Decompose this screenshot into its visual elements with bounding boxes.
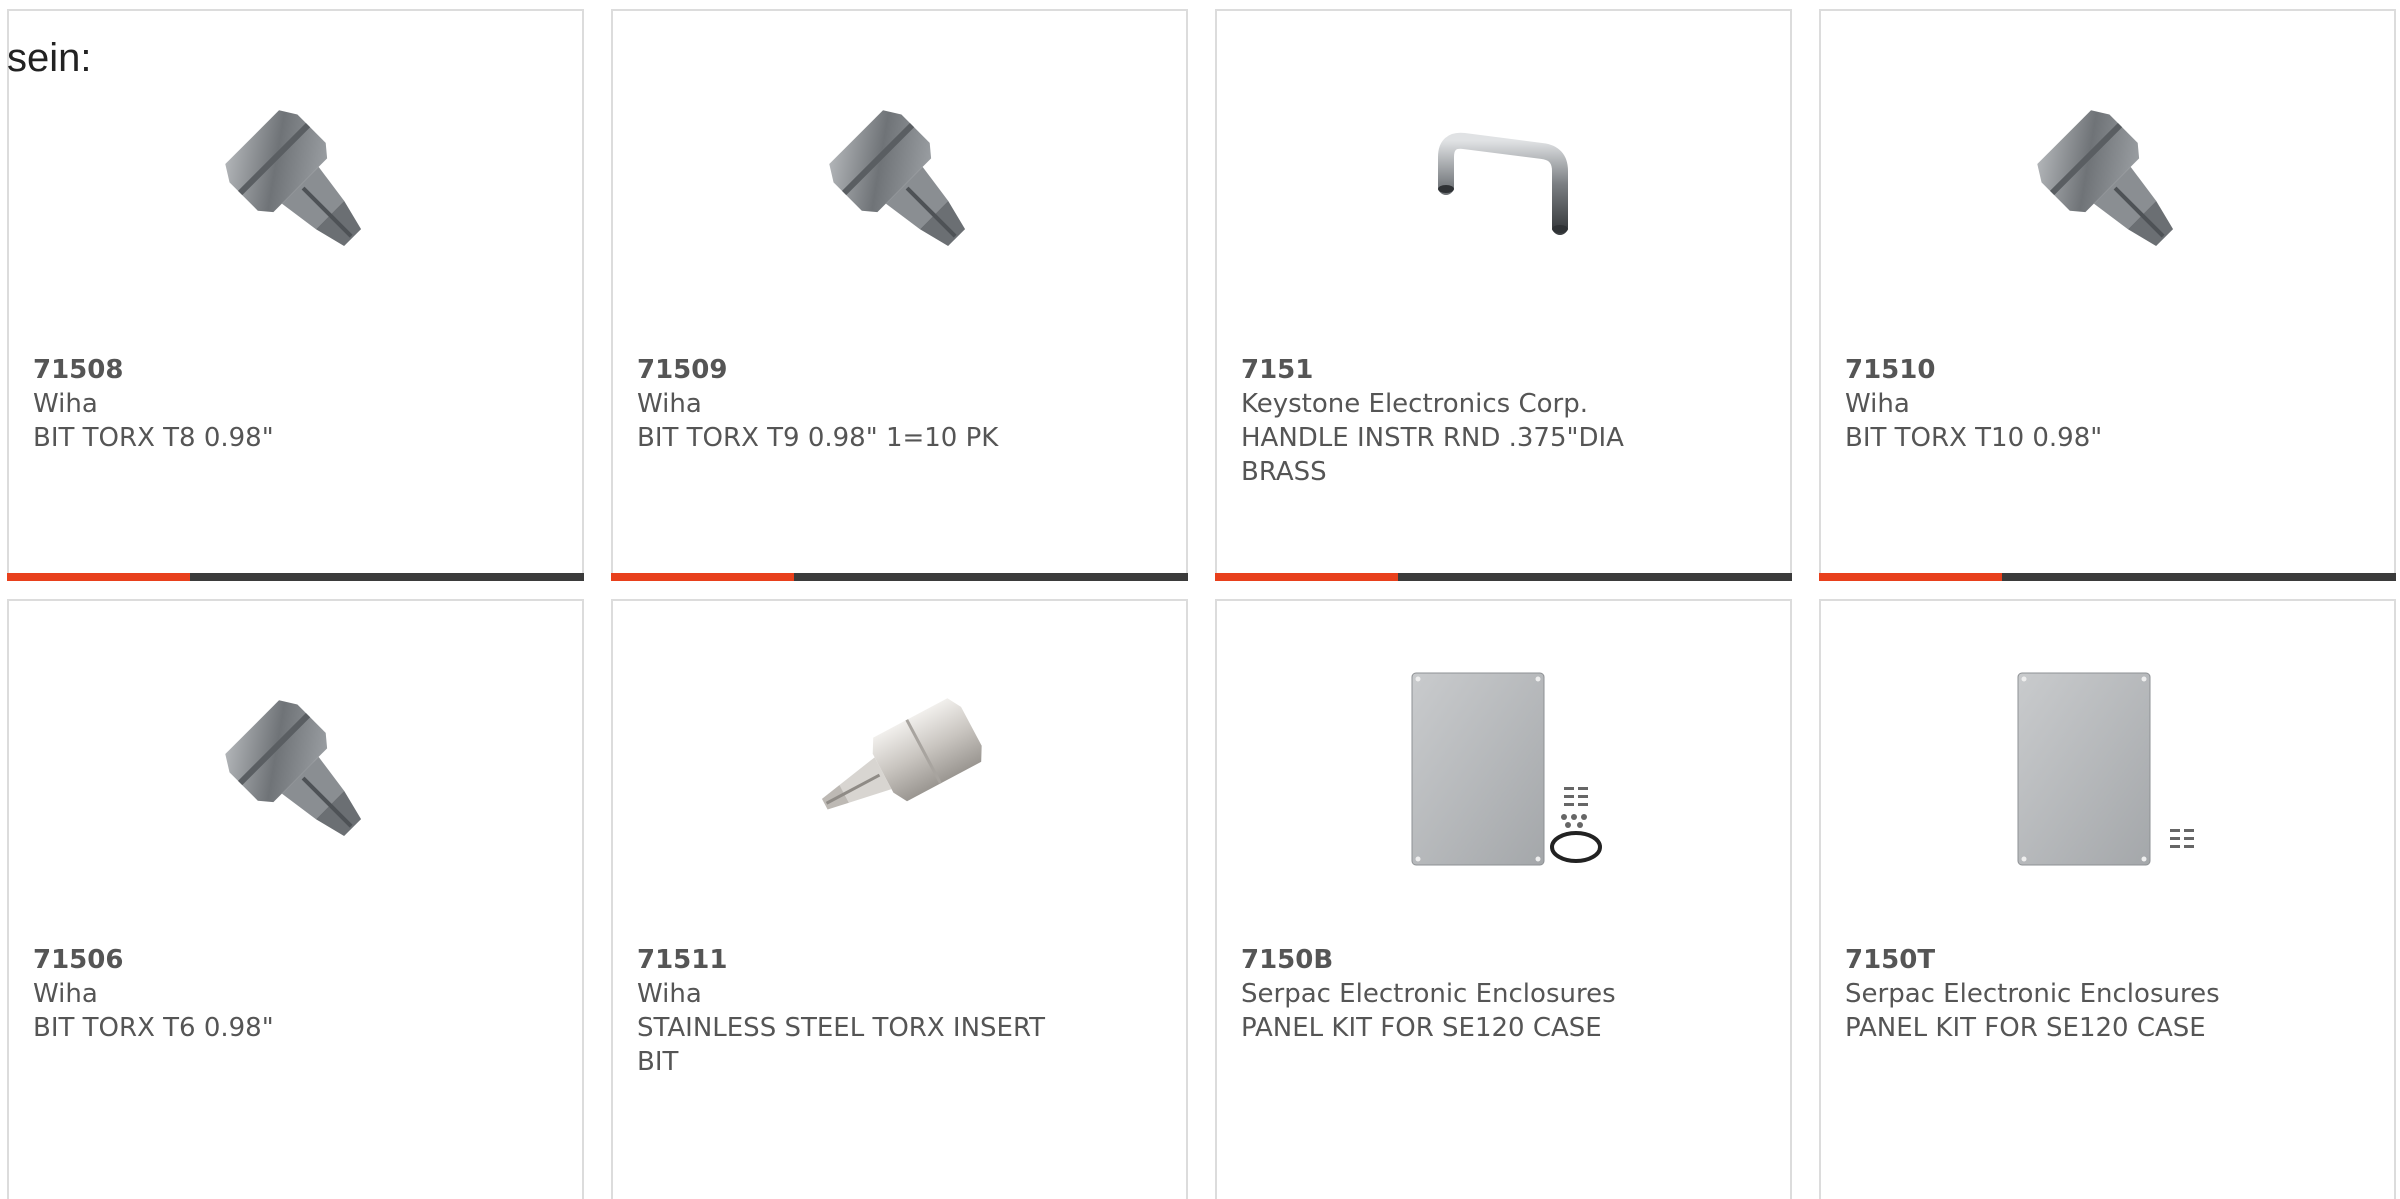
product-info: 71509 Wiha BIT TORX T9 0.98" 1=10 PK — [637, 353, 1057, 455]
part-number[interactable]: 7150B — [1241, 943, 1661, 977]
part-number[interactable]: 71509 — [637, 353, 1057, 387]
product-info: 7151 Keystone Electronics Corp. HANDLE I… — [1241, 353, 1661, 489]
product-description: HANDLE INSTR RND .375"DIA BRASS — [1241, 423, 1624, 487]
manufacturer: Wiha — [1845, 389, 1910, 419]
product-card[interactable]: 7151 Keystone Electronics Corp. HANDLE I… — [1215, 9, 1792, 581]
card-bottom-bar — [611, 573, 1188, 581]
part-number[interactable]: 71511 — [637, 943, 1057, 977]
part-number[interactable]: 71506 — [33, 943, 453, 977]
card-accent — [611, 573, 794, 581]
product-card[interactable]: 71509 Wiha BIT TORX T9 0.98" 1=10 PK — [611, 9, 1188, 581]
torx-bit-icon — [2008, 79, 2208, 284]
card-accent — [1819, 573, 2002, 581]
product-card[interactable]: 7150B Serpac Electronic Enclosures PANEL… — [1215, 599, 1792, 1199]
product-card[interactable]: 71506 Wiha BIT TORX T6 0.98" — [7, 599, 584, 1199]
product-info: 71511 Wiha STAINLESS STEEL TORX INSERT B… — [637, 943, 1057, 1079]
torx-bit-icon — [196, 669, 396, 874]
product-grid: 71508 Wiha BIT TORX T8 0.98" 71509 Wiha … — [0, 0, 2400, 1199]
product-description: PANEL KIT FOR SE120 CASE — [1845, 1013, 2206, 1043]
handle-icon — [1404, 79, 1604, 284]
part-number[interactable]: 7150T — [1845, 943, 2265, 977]
intro-text: sein: — [7, 36, 92, 80]
manufacturer: Serpac Electronic Enclosures — [1241, 979, 1616, 1009]
card-accent — [1215, 573, 1398, 581]
part-number[interactable]: 71510 — [1845, 353, 2265, 387]
product-info: 7150T Serpac Electronic Enclosures PANEL… — [1845, 943, 2265, 1045]
card-accent — [7, 573, 190, 581]
product-description: STAINLESS STEEL TORX INSERT BIT — [637, 1013, 1046, 1077]
card-bottom-bar — [1819, 573, 2396, 581]
torx-bit-icon — [800, 79, 1000, 284]
part-number[interactable]: 71508 — [33, 353, 453, 387]
stainless-torx-bit-icon — [800, 669, 1000, 874]
product-description: PANEL KIT FOR SE120 CASE — [1241, 1013, 1602, 1043]
product-info: 7150B Serpac Electronic Enclosures PANEL… — [1241, 943, 1661, 1045]
manufacturer: Serpac Electronic Enclosures — [1845, 979, 2220, 1009]
product-card[interactable]: 7150T Serpac Electronic Enclosures PANEL… — [1819, 599, 2396, 1199]
product-info: 71506 Wiha BIT TORX T6 0.98" — [33, 943, 453, 1045]
manufacturer: Wiha — [33, 979, 98, 1009]
panel-kit-icon — [1404, 669, 1604, 874]
product-info: 71508 Wiha BIT TORX T8 0.98" — [33, 353, 453, 455]
manufacturer: Wiha — [637, 979, 702, 1009]
panel-kit-icon — [2008, 669, 2208, 874]
product-card[interactable]: 71508 Wiha BIT TORX T8 0.98" — [7, 9, 584, 581]
torx-bit-icon — [196, 79, 396, 284]
product-card[interactable]: 71511 Wiha STAINLESS STEEL TORX INSERT B… — [611, 599, 1188, 1199]
manufacturer: Wiha — [33, 389, 98, 419]
product-description: BIT TORX T8 0.98" — [33, 423, 274, 453]
product-card[interactable]: 71510 Wiha BIT TORX T10 0.98" — [1819, 9, 2396, 581]
manufacturer: Keystone Electronics Corp. — [1241, 389, 1589, 419]
card-bottom-bar — [7, 573, 584, 581]
part-number[interactable]: 7151 — [1241, 353, 1661, 387]
card-bottom-bar — [1215, 573, 1792, 581]
manufacturer: Wiha — [637, 389, 702, 419]
product-description: BIT TORX T10 0.98" — [1845, 423, 2103, 453]
product-description: BIT TORX T6 0.98" — [33, 1013, 274, 1043]
product-description: BIT TORX T9 0.98" 1=10 PK — [637, 423, 999, 453]
product-info: 71510 Wiha BIT TORX T10 0.98" — [1845, 353, 2265, 455]
